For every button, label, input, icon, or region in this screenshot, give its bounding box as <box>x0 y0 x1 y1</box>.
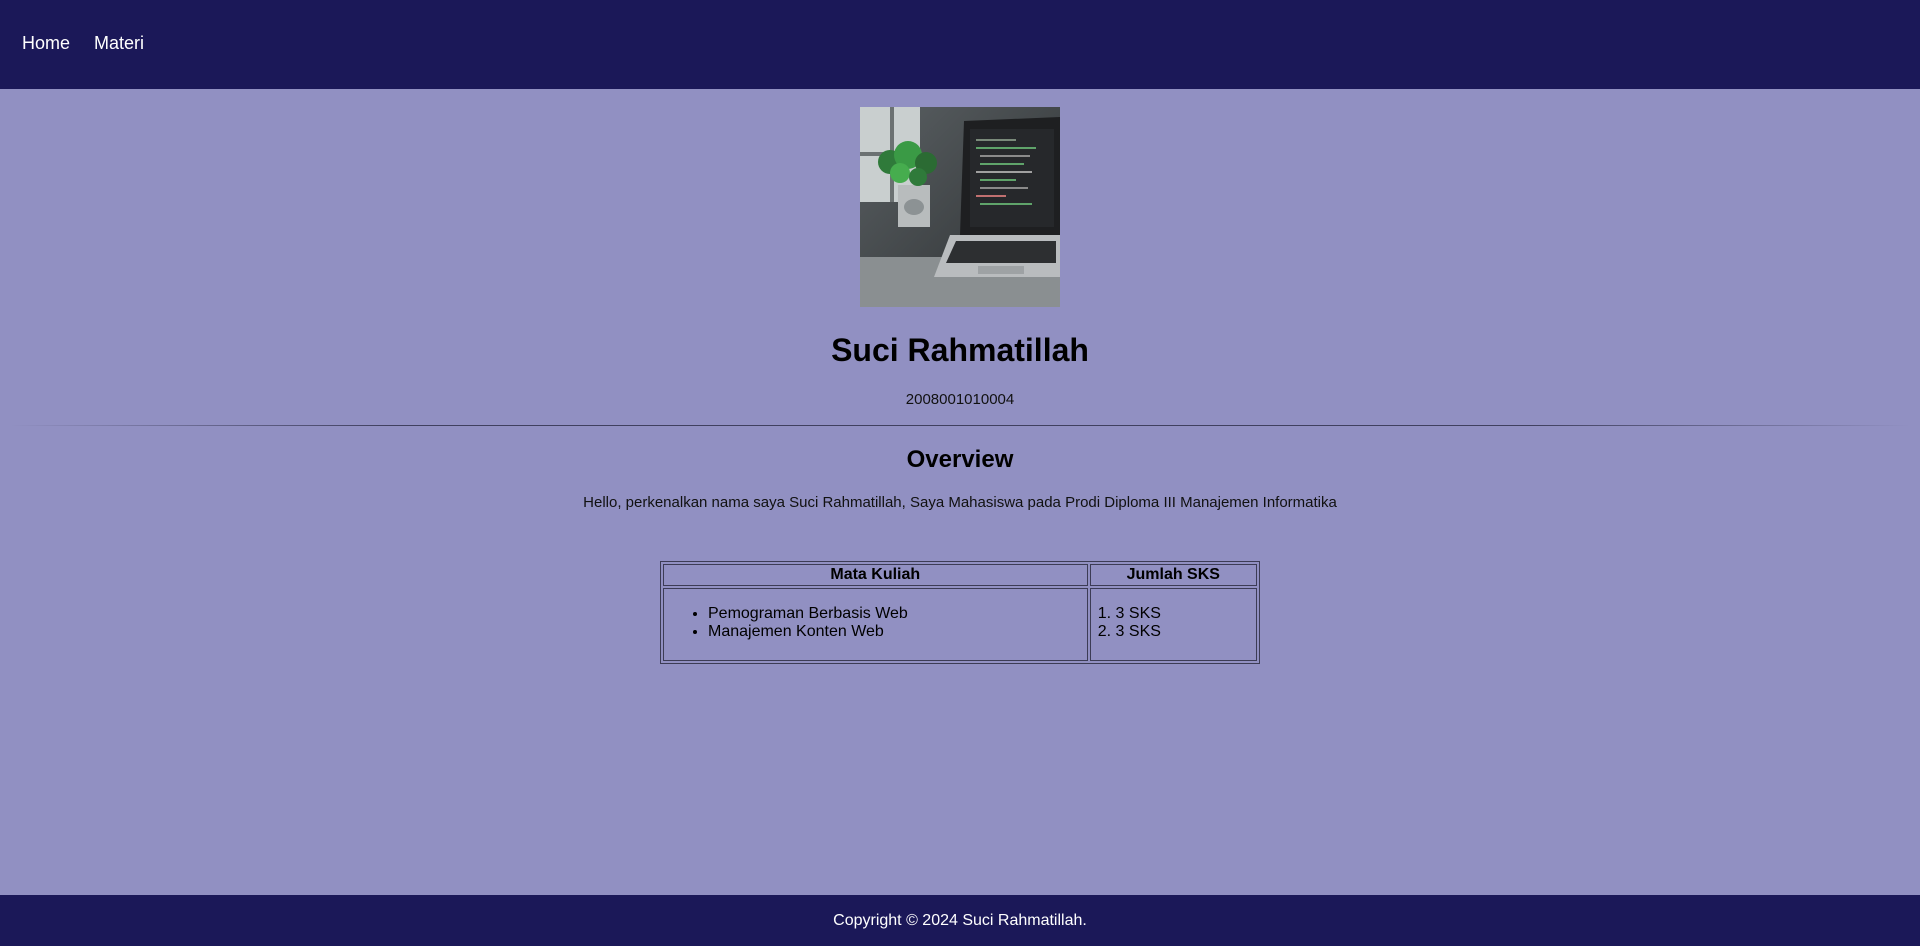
table-row: Pemograman Berbasis Web Manajemen Konten… <box>663 588 1257 661</box>
course-list-cell: Pemograman Berbasis Web Manajemen Konten… <box>663 588 1088 661</box>
nav-link-materi[interactable]: Materi <box>94 33 144 53</box>
section-divider <box>10 425 1910 426</box>
sks-list: 3 SKS 3 SKS <box>1091 605 1256 641</box>
student-id: 2008001010004 <box>905 391 1015 408</box>
course-item: Manajemen Konten Web <box>708 623 1087 641</box>
navbar: Home Materi <box>0 0 1920 89</box>
course-table: Mata Kuliah Jumlah SKS Pemograman Berbas… <box>660 561 1260 664</box>
overview-title: Overview <box>906 446 1014 473</box>
sks-list-cell: 3 SKS 3 SKS <box>1089 588 1257 661</box>
sks-item: 3 SKS <box>1116 605 1256 623</box>
sks-item: 3 SKS <box>1116 623 1256 641</box>
overview-text: Hello, perkenalkan nama saya Suci Rahmat… <box>583 494 1337 511</box>
nav-link-home[interactable]: Home <box>22 33 70 53</box>
course-list: Pemograman Berbasis Web Manajemen Konten… <box>664 605 1087 641</box>
header-mata-kuliah: Mata Kuliah <box>663 564 1088 586</box>
header-jumlah-sks: Jumlah SKS <box>1089 564 1257 586</box>
copyright-text: Copyright © 2024 Suci Rahmatillah. <box>833 912 1087 929</box>
course-item: Pemograman Berbasis Web <box>708 605 1087 623</box>
laptop-photo-image <box>860 107 1060 307</box>
profile-name: Suci Rahmatillah <box>831 332 1089 368</box>
footer: Copyright © 2024 Suci Rahmatillah. <box>0 895 1920 946</box>
table-header-row: Mata Kuliah Jumlah SKS <box>663 564 1257 586</box>
profile-photo <box>860 107 1060 307</box>
